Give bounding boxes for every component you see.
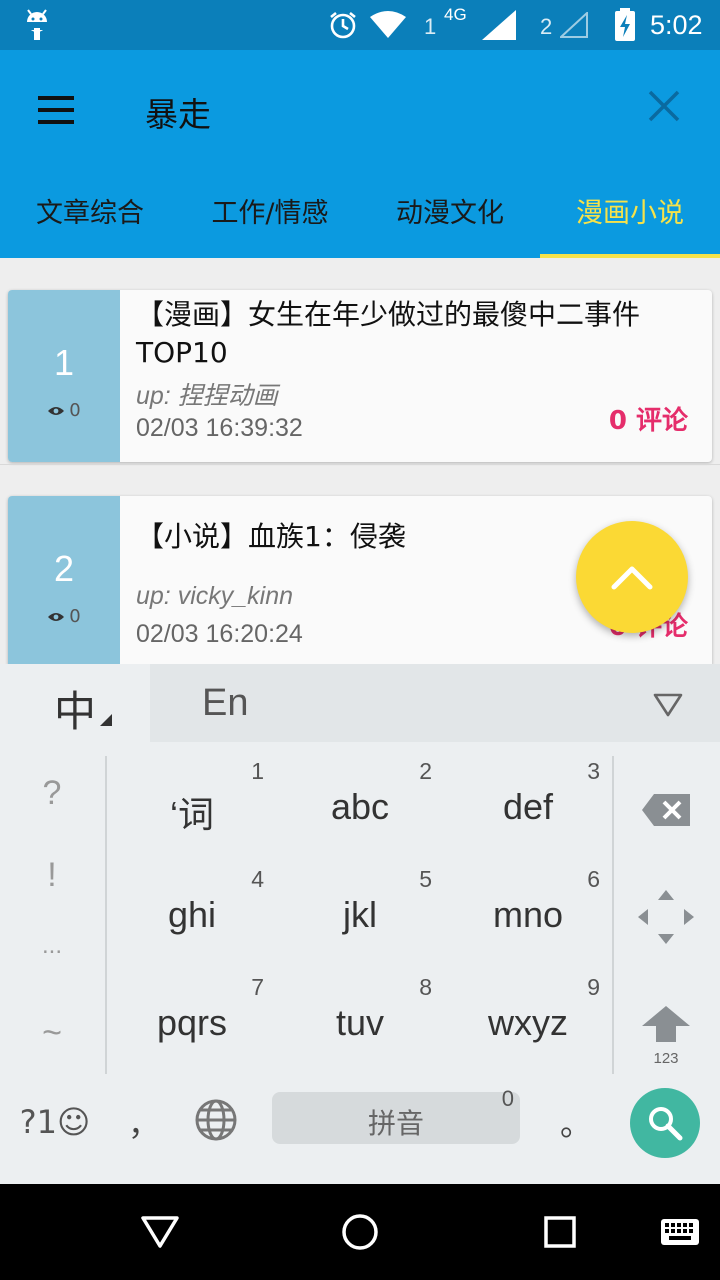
divider	[105, 756, 107, 1074]
key-number: 7	[251, 974, 264, 1000]
tab-articles[interactable]: 文章综合	[0, 162, 180, 258]
signal-empty-icon	[560, 0, 588, 50]
comma-key[interactable]: ，	[118, 1082, 170, 1162]
keyboard-switch-icon[interactable]	[650, 1184, 710, 1280]
lang-en-key[interactable]: En	[202, 682, 248, 725]
sim2-label: 2	[540, 14, 553, 39]
article-time: 02/03 16:39:32	[136, 414, 303, 442]
status-bar: 1 4G 2 5:02	[0, 0, 720, 50]
article-author: up: vicky_kinn	[136, 582, 294, 610]
key-2[interactable]: 2 abc	[276, 756, 444, 856]
key-number: 6	[587, 866, 600, 892]
key-label: def	[502, 786, 554, 827]
rank-badge: 1 0	[8, 290, 120, 462]
key-number: 2	[419, 758, 432, 784]
menu-icon[interactable]	[36, 90, 76, 130]
eye-icon	[48, 406, 65, 415]
search-key[interactable]	[630, 1088, 700, 1158]
key-number: 1	[251, 758, 264, 784]
close-icon[interactable]	[646, 88, 682, 124]
symbol-tilde-key[interactable]: ~	[0, 1014, 104, 1053]
backspace-icon[interactable]	[640, 792, 692, 832]
shift-icon[interactable]	[640, 1004, 692, 1048]
rank-number: 2	[53, 548, 75, 589]
eye-icon	[48, 612, 65, 621]
category-tabs: 文章综合 工作/情感 动漫文化 漫画小说	[0, 162, 720, 260]
shift-label: 123	[653, 1050, 679, 1067]
rank-badge: 2 0	[8, 496, 120, 664]
comment-count[interactable]: 0 评论	[609, 400, 688, 437]
key-5[interactable]: 5 jkl	[276, 864, 444, 964]
key-number: 8	[419, 974, 432, 1000]
tab-work-emotion[interactable]: 工作/情感	[180, 162, 360, 258]
key-label: ghi	[167, 894, 217, 935]
chevron-up-icon	[611, 566, 653, 590]
space-number: 0	[501, 1086, 514, 1111]
sim1-label: 1	[424, 14, 437, 39]
key-label: ‘词	[170, 794, 214, 835]
key-8[interactable]: 8 tuv	[276, 972, 444, 1072]
divider	[612, 756, 614, 1074]
key-label: jkl	[343, 894, 377, 935]
rank-number: 1	[53, 342, 75, 383]
alarm-icon	[328, 0, 358, 50]
symbol-exclaim-key[interactable]: !	[0, 856, 104, 895]
list-item[interactable]: 1 0 【漫画】女生在年少做过的最傻中二事件TOP10 up: 捏捏动画 02/…	[8, 290, 712, 462]
divider	[0, 464, 720, 465]
key-number: 3	[587, 758, 600, 784]
key-7[interactable]: 7 pqrs	[108, 972, 276, 1072]
view-count-value: 0	[69, 606, 81, 627]
android-icon	[22, 0, 52, 50]
corner-triangle-icon	[100, 714, 112, 726]
globe-icon[interactable]	[194, 1098, 238, 1146]
key-label: pqrs	[156, 1002, 228, 1043]
key-label: tuv	[335, 1002, 385, 1043]
key-1[interactable]: 1 ‘词	[108, 756, 276, 856]
period-key[interactable]: 。	[548, 1082, 604, 1162]
key-6[interactable]: 6 mno	[444, 864, 612, 964]
key-label: wxyz	[488, 1002, 568, 1043]
key-3[interactable]: 3 def	[444, 756, 612, 856]
symbol-question-key[interactable]: ?	[0, 774, 104, 813]
navigation-bar	[0, 1184, 720, 1280]
key-4[interactable]: 4 ghi	[108, 864, 276, 964]
scroll-top-button[interactable]	[576, 521, 688, 633]
ime-keyboard: 中 En ? ! ... ~ 1 ‘词 2 abc 3 def 4 ghi 5 jkl 6…	[0, 664, 720, 1184]
battery-charging-icon	[614, 0, 636, 50]
key-label: mno	[492, 894, 564, 935]
wifi-icon	[370, 0, 406, 50]
search-icon	[649, 1107, 683, 1141]
view-count: 0	[8, 400, 120, 421]
key-label: abc	[330, 786, 390, 827]
article-author: up: 捏捏动画	[136, 382, 278, 410]
tab-comics-novels[interactable]: 漫画小说	[540, 162, 720, 258]
key-9[interactable]: 9 wxyz	[444, 972, 612, 1072]
cursor-move-icon[interactable]	[638, 890, 694, 948]
tab-anime-culture[interactable]: 动漫文化	[360, 162, 540, 258]
symbol-ellipsis-key[interactable]: ...	[0, 932, 104, 960]
lang-zh-area[interactable]: 中	[0, 664, 150, 742]
key-number: 9	[587, 974, 600, 1000]
home-icon[interactable]	[320, 1184, 400, 1280]
collapse-triangle-icon[interactable]	[652, 692, 684, 722]
back-icon[interactable]	[120, 1184, 200, 1280]
space-key[interactable]: 拼音 0	[272, 1086, 520, 1144]
view-count: 0	[8, 606, 120, 627]
space-label: 拼音	[367, 1107, 424, 1140]
key-number: 5	[419, 866, 432, 892]
signal-icon	[482, 0, 516, 50]
article-title: 【漫画】女生在年少做过的最傻中二事件TOP10	[136, 298, 641, 369]
lang-zh-key[interactable]: 中	[54, 678, 96, 739]
clock-time: 5:02	[650, 9, 703, 40]
symbols-key[interactable]: ?1☺	[10, 1082, 100, 1162]
view-count-value: 0	[69, 400, 81, 421]
page-title: 暴走	[145, 95, 211, 134]
article-time: 02/03 16:20:24	[136, 620, 303, 648]
app-toolbar: 暴走 文章综合 工作/情感 动漫文化 漫画小说	[0, 50, 720, 258]
network-type-label: 4G	[444, 5, 467, 24]
recents-icon[interactable]	[520, 1184, 600, 1280]
key-number: 4	[251, 866, 264, 892]
